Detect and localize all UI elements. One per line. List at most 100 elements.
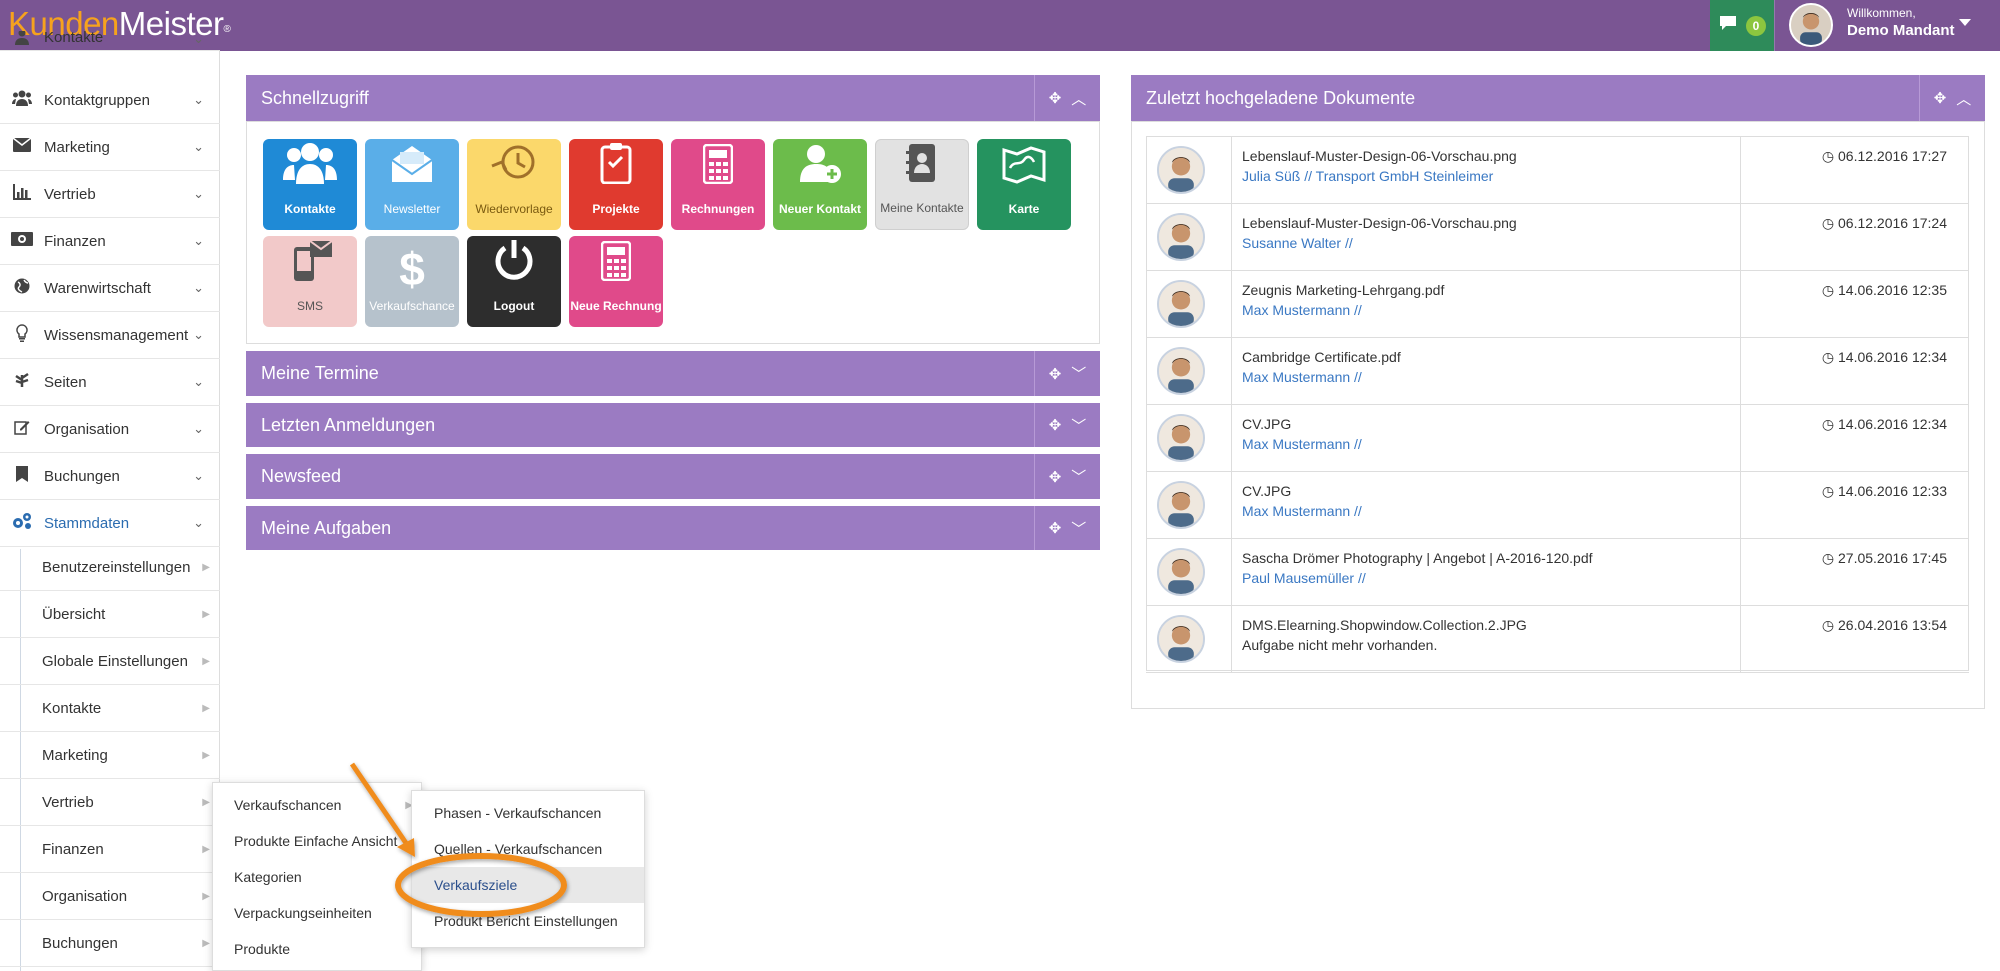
tile-karte[interactable]: Karte (977, 139, 1071, 230)
clock-icon: ◷ (1821, 550, 1838, 566)
date-cell: ◷ 14.06.2016 12:34 (1740, 338, 1969, 405)
panel-tools: ✥ ﹀ (1034, 403, 1100, 447)
subitem-marketing[interactable]: Marketing ▶ (0, 732, 220, 779)
panel-newsfeed[interactable]: Newsfeed ✥ ﹀ (246, 454, 1100, 499)
document-date-text: 14.06.2016 12:35 (1838, 282, 1947, 298)
document-filename[interactable]: Lebenslauf-Muster-Design-06-Vorschau.png (1242, 215, 1517, 231)
subitem-finanzen[interactable]: Finanzen ▶ (0, 826, 220, 873)
sidebar-item-vertrieb[interactable]: Vertrieb ⌄ (0, 171, 220, 218)
chevron-down-icon[interactable]: ﹀ (1071, 466, 1086, 487)
tile-neuer-kontakt[interactable]: Neuer Kontakt (773, 139, 867, 230)
menu-item-kategorien[interactable]: Kategorien (213, 859, 421, 895)
subitem-vertrieb[interactable]: Vertrieb ▶ (0, 779, 220, 826)
document-owner-link[interactable]: Paul Mausemüller // (1242, 570, 1366, 586)
document-row[interactable]: Lebenslauf-Muster-Design-06-Vorschau.png… (1146, 137, 1969, 204)
date-cell: ◷ 06.12.2016 17:24 (1740, 204, 1969, 271)
document-filename[interactable]: Lebenslauf-Muster-Design-06-Vorschau.png (1242, 148, 1517, 164)
subitem-buchungen[interactable]: Buchungen ▶ (0, 920, 220, 967)
document-row[interactable]: Zeugnis Marketing-Lehrgang.pdf Max Muster… (1146, 271, 1969, 338)
document-row[interactable]: CV.JPG Max Mustermann // ◷ 14.06.2016 12:3… (1146, 405, 1969, 472)
subitem-label: Benutzereinstellungen (42, 558, 191, 576)
menu-item-label: Verpackungseinheiten (234, 905, 372, 921)
tile-sms[interactable]: SMS (263, 236, 357, 327)
document-date-text: 06.12.2016 17:24 (1838, 215, 1947, 231)
document-filename[interactable]: CV.JPG (1242, 483, 1291, 499)
document-date-text: 14.06.2016 12:34 (1838, 349, 1947, 365)
panel-letzten-anmeldungen[interactable]: Letzten Anmeldungen ✥ ﹀ (246, 403, 1100, 447)
subitem-globale-einstellungen[interactable]: Globale Einstellungen ▶ (0, 638, 220, 685)
tile-meine-kontakte[interactable]: Meine Kontakte (875, 139, 969, 230)
document-filename[interactable]: CV.JPG (1242, 416, 1291, 432)
chevron-up-icon[interactable]: ︿ (1956, 88, 1971, 109)
move-icon[interactable]: ✥ (1049, 89, 1062, 107)
document-owner-link[interactable]: Max Mustermann // (1242, 503, 1362, 519)
panel-meine-aufgaben[interactable]: Meine Aufgaben ✥ ﹀ (246, 506, 1100, 550)
user-menu[interactable]: Willkommen, Demo Mandant (1774, 0, 2000, 51)
messages-button[interactable]: 0 (1710, 0, 1774, 51)
sidebar-item-finanzen[interactable]: Finanzen ⌄ (0, 218, 220, 265)
chevron-down-icon: ⌄ (193, 186, 204, 201)
menu-item-produkt-bericht-einstellungen[interactable]: Produkt Bericht Einstellungen (412, 903, 644, 939)
move-icon[interactable]: ✥ (1049, 365, 1062, 383)
sidebar-item-kontaktgruppen[interactable]: Kontaktgruppen ⌄ (0, 77, 220, 124)
move-icon[interactable]: ✥ (1049, 416, 1062, 434)
subitem-uebersicht[interactable]: Übersicht ▶ (0, 591, 220, 638)
clock-icon: ◷ (1821, 483, 1838, 499)
subitem-label: Finanzen (42, 840, 104, 858)
menu-item-verkaufsziele[interactable]: Verkaufsziele (412, 867, 644, 903)
subitem-benutzereinstellungen[interactable]: Benutzereinstellungen ▶ (0, 544, 220, 591)
chevron-up-icon[interactable]: ︿ (1071, 88, 1086, 109)
document-row[interactable]: Cambridge Certificate.pdf Max Mustermann … (1146, 338, 1969, 405)
subitem-kontakte[interactable]: Kontakte ▶ (0, 685, 220, 732)
document-row[interactable]: DMS.Elearning.Shopwindow.Collection.2.JP… (1146, 606, 1969, 673)
sidebar-item-seiten[interactable]: Seiten ⌄ (0, 359, 220, 406)
panel-meine-termine[interactable]: Meine Termine ✥ ﹀ (246, 351, 1100, 396)
document-filename[interactable]: Sascha Drömer Photography | Angebot | A-… (1242, 550, 1593, 566)
document-owner-link[interactable]: Julia Süß // Transport GmbH Steinleimer (1242, 168, 1493, 184)
document-owner-link[interactable]: Susanne Walter // (1242, 235, 1353, 251)
avatar-cell (1146, 271, 1232, 338)
sidebar-item-wissensmanagement[interactable]: Wissensmanagement ⌄ (0, 312, 220, 359)
tile-label: Newsletter (383, 202, 441, 216)
chevron-down-icon[interactable]: ﹀ (1071, 518, 1086, 539)
move-icon[interactable]: ✥ (1049, 519, 1062, 537)
menu-item-phasen[interactable]: Phasen - Verkaufschancen (412, 795, 644, 831)
sidebar-item-kontakte[interactable]: Kontakte ⌄ (0, 31, 220, 51)
sidebar-item-stammdaten[interactable]: Stammdaten ⌄ (0, 500, 220, 547)
avatar-cell (1146, 606, 1232, 673)
sidebar-item-buchungen[interactable]: Buchungen ⌄ (0, 453, 220, 500)
menu-item-produkte-einfache-ansicht[interactable]: Produkte Einfache Ansicht (213, 823, 421, 859)
document-owner-link[interactable]: Max Mustermann // (1242, 436, 1362, 452)
document-filename[interactable]: Zeugnis Marketing-Lehrgang.pdf (1242, 282, 1444, 298)
menu-item-verkaufschancen[interactable]: Verkaufschancen ▶ (213, 787, 421, 823)
document-owner-link[interactable]: Max Mustermann // (1242, 369, 1362, 385)
chevron-down-icon[interactable]: ﹀ (1071, 363, 1086, 384)
tile-kontakte[interactable]: Kontakte (263, 139, 357, 230)
panel-tools: ✥ ﹀ (1034, 454, 1100, 499)
tile-rechnungen[interactable]: Rechnungen (671, 139, 765, 230)
sidebar-item-organisation[interactable]: Organisation ⌄ (0, 406, 220, 453)
tile-newsletter[interactable]: Newsletter (365, 139, 459, 230)
tile-logout[interactable]: Logout (467, 236, 561, 327)
move-icon[interactable]: ✥ (1934, 89, 1947, 107)
subitem-organisation[interactable]: Organisation ▶ (0, 873, 220, 920)
document-owner-link[interactable]: Max Mustermann // (1242, 302, 1362, 318)
document-row[interactable]: Sascha Drömer Photography | Angebot | A-… (1146, 539, 1969, 606)
document-date: ◷ 06.12.2016 17:24 (1822, 215, 1947, 232)
avatar-cell (1146, 338, 1232, 405)
tile-neue-rechnung[interactable]: Neue Rechnung (569, 236, 663, 327)
sidebar-item-marketing[interactable]: Marketing ⌄ (0, 124, 220, 171)
tile-projekte[interactable]: Projekte (569, 139, 663, 230)
menu-item-verpackungseinheiten[interactable]: Verpackungseinheiten (213, 895, 421, 931)
document-filename[interactable]: DMS.Elearning.Shopwindow.Collection.2.JP… (1242, 617, 1527, 633)
chevron-down-icon[interactable]: ﹀ (1071, 415, 1086, 436)
menu-item-produkte[interactable]: Produkte (213, 931, 421, 967)
document-filename[interactable]: Cambridge Certificate.pdf (1242, 349, 1401, 365)
document-row[interactable]: CV.JPG Max Mustermann // ◷ 14.06.2016 12:3… (1146, 472, 1969, 539)
sidebar-item-warenwirtschaft[interactable]: Warenwirtschaft ⌄ (0, 265, 220, 312)
tile-verkaufschance[interactable]: $ Verkaufschance (365, 236, 459, 327)
move-icon[interactable]: ✥ (1049, 468, 1062, 486)
document-row[interactable]: Lebenslauf-Muster-Design-06-Vorschau.png… (1146, 204, 1969, 271)
tile-wiedervorlage[interactable]: Wiedervorlage (467, 139, 561, 230)
menu-item-quellen[interactable]: Quellen - Verkaufschancen (412, 831, 644, 867)
